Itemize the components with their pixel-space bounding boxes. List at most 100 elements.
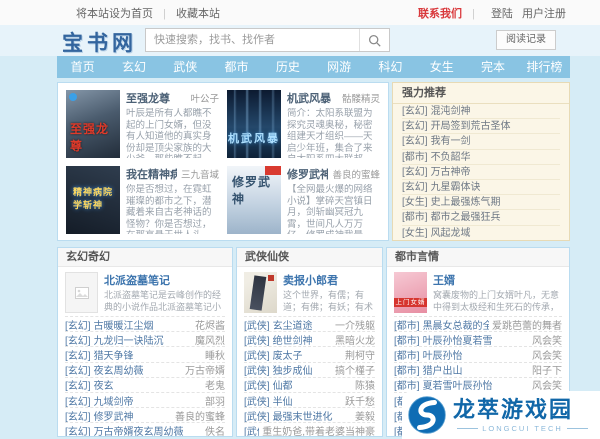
section-featured-book[interactable]: 卖报小郎君 这个世界，有儒；有道；有佛；有妖；有术士。警校毕业的许七安幽幽醒来，… [237, 267, 382, 316]
contact-link[interactable]: 联系我们 [418, 8, 462, 20]
book-list-item[interactable]: [玄幻]修罗武神 善良的蜜蜂 [65, 407, 225, 422]
nav-item-wanben[interactable]: 完本 [467, 56, 518, 78]
book-author: 老鬼 [205, 377, 225, 392]
book-cover[interactable]: 机武风暴 [227, 90, 281, 158]
book-title-link[interactable]: [武侠]仙都 [244, 377, 293, 392]
section-xuanhuan: 玄幻奇幻 北派盗墓笔记 北派盗墓笔记是云峰创作的经典的小说作品北派盗墓笔记小兵提… [57, 247, 233, 437]
featured-book-card[interactable]: 精神病院学斩神 我在精神病院学斩神 三九音域 你是否想过，在霓虹璀璨的都市之下，… [62, 162, 223, 238]
book-list-item[interactable]: [玄幻]九域剑帝 部羽 [65, 392, 225, 407]
book-list-item[interactable]: [武侠]独步成仙 搞个槿子 [244, 362, 375, 377]
book-list-item[interactable]: [武侠]半仙 跃千愁 [244, 392, 375, 407]
book-title-link[interactable]: [玄幻]夜玄 [65, 377, 114, 392]
book-info: 修罗武神 善良的蜜蜂 【全网最火爆的网络小说】掌碎天宫镇日月，剑斩幽冥冠九霄，世… [287, 166, 380, 234]
book-author: 魔风烈 [195, 332, 225, 347]
separator: | [163, 8, 166, 20]
book-list-item[interactable]: [都市]黑晨女总裁的全能兵王最新 爱跳芭蕾的舞者 [394, 316, 562, 331]
book-title-link[interactable]: 我在精神病院学斩神 [126, 166, 177, 182]
featured-book-card[interactable]: 机武风暴 机武风暴 骷髅精灵 简介：太阳系联盟为探究灵魂奥秘，秘密组建天才组织—… [223, 86, 384, 162]
register-link[interactable]: 用户注册 [522, 8, 566, 20]
nav-item-home[interactable]: 首页 [57, 56, 108, 78]
book-title-link[interactable]: [武侠]独步成仙 [244, 362, 313, 377]
featured-book-card[interactable]: 修罗武神 修罗武神 善良的蜜蜂 【全网最火爆的网络小说】掌碎天宫镇日月，剑斩幽冥… [223, 162, 384, 238]
book-title-link[interactable]: [武侠]最强末世进化 [244, 408, 333, 423]
book-title-link[interactable]: 卖报小郎君 [283, 272, 375, 288]
book-list-item[interactable]: [武侠]玄尘道途 一介残躯 [244, 316, 375, 331]
book-title-link[interactable]: [玄幻]九域剑帝 [65, 393, 134, 408]
section-featured-book[interactable]: 上门女婿 王婿 窝囊废物的上门女婿叶凡，无意中得到太极经和生死石的传承，自此开始… [387, 267, 569, 316]
book-title-link[interactable]: [都市]黑晨女总裁的全能兵王最新 [394, 317, 489, 332]
book-title-link[interactable]: [玄幻]古暖暖江尘烟 [65, 317, 154, 332]
book-title-link[interactable]: 王婿 [433, 272, 562, 288]
recommend-item[interactable]: [玄幻]九星霸体诀 [402, 180, 560, 195]
nav-item-nvsheng[interactable]: 女生 [416, 56, 467, 78]
book-title-link[interactable]: [玄幻]夜玄周幼薇 [65, 362, 144, 377]
book-author: 荆柯守 [345, 347, 375, 362]
book-title-link[interactable]: 机武风暴 [287, 90, 331, 106]
category-tag: [玄幻] [65, 321, 91, 332]
nav-item-ranking[interactable]: 排行榜 [519, 56, 570, 78]
book-list-item[interactable]: [玄幻]夜玄 老鬼 [65, 377, 225, 392]
recommend-item[interactable]: [都市]都市之最强狂兵 [402, 210, 560, 225]
book-list-item[interactable]: [玄幻]九龙归一诀陆沉 魔风烈 [65, 331, 225, 346]
recommend-item[interactable]: [女生]风起龙域 [402, 226, 560, 241]
nav-item-dushi[interactable]: 都市 [211, 56, 262, 78]
category-tag: [玄幻] [402, 136, 428, 147]
book-list-item[interactable]: [武侠]仙都 陈猿 [244, 377, 375, 392]
book-title-link[interactable]: [武侠]叶辰施一诺 [244, 423, 259, 437]
recommend-item[interactable]: [玄幻]我有一剑 [402, 134, 560, 149]
recommend-title: 九星霸体诀 [431, 182, 481, 193]
book-title-link[interactable]: [都市]猎户出山 [394, 362, 463, 377]
book-list-item[interactable]: [玄幻]古暖暖江尘烟 花烬酱 [65, 316, 225, 331]
search-input[interactable] [146, 29, 359, 51]
book-title-link[interactable]: [武侠]废太子 [244, 347, 303, 362]
book-list-item[interactable]: [玄幻]夜玄周幼薇 万古帝婿 [65, 362, 225, 377]
book-list-item[interactable]: [都市]夏若雪叶辰孙怡 风会笑 [394, 377, 562, 392]
site-logo[interactable]: 宝书网 [62, 27, 137, 57]
book-list-item[interactable]: [都市]叶辰孙怡夏若雪 风会笑 [394, 331, 562, 346]
recommend-item[interactable]: [玄幻]混沌剑神 [402, 104, 560, 119]
recommend-item[interactable]: [玄幻]开局签到荒古圣体 [402, 119, 560, 134]
set-home-link[interactable]: 将本站设为首页 [76, 8, 153, 20]
book-cover[interactable]: 修罗武神 [227, 166, 281, 234]
book-title-link[interactable]: [都市]叶辰孙怡夏若雪 [394, 332, 493, 347]
reading-record-button[interactable]: 阅读记录 [496, 30, 556, 50]
book-list-item[interactable]: [武侠]废太子 荆柯守 [244, 346, 375, 361]
book-list-item[interactable]: [玄幻]万古帝婿夜玄周幼薇 佚名 [65, 422, 225, 437]
book-list-item[interactable]: [都市]猎户出山 阳子下 [394, 362, 562, 377]
nav-item-kehuan[interactable]: 科幻 [365, 56, 416, 78]
book-title-link[interactable]: [玄幻]修罗武神 [65, 408, 134, 423]
section-featured-book[interactable]: 北派盗墓笔记 北派盗墓笔记是云峰创作的经典的小说作品北派盗墓笔记小兵提供北派盗墓… [58, 267, 232, 316]
book-title-link[interactable]: 至强龙尊 [126, 90, 170, 106]
search-button[interactable] [359, 29, 389, 51]
book-title-link[interactable]: [玄幻]猎天争锋 [65, 347, 134, 362]
book-title-link[interactable]: [玄幻]万古帝婿夜玄周幼薇 [65, 423, 184, 437]
book-list-item[interactable]: [都市]叶辰孙怡 风会笑 [394, 346, 562, 361]
book-list-item[interactable]: [武侠]叶辰施一诺 重生奶爸,带着老婆当神豪 [244, 422, 375, 437]
recommend-item[interactable]: [都市]不负韶华 [402, 150, 560, 165]
book-title-link[interactable]: [武侠]玄尘道途 [244, 317, 313, 332]
book-title-link[interactable]: 北派盗墓笔记 [104, 272, 225, 288]
book-list-item[interactable]: [武侠]绝世剑神 黑暗火龙 [244, 331, 375, 346]
book-info: 至强龙尊 叶公子 叶辰是所有人都瞧不起的上门女婿，但没有人知道他的真实身份却是顶… [126, 90, 219, 158]
book-title-link[interactable]: [玄幻]九龙归一诀陆沉 [65, 332, 164, 347]
login-link[interactable]: 登陆 [491, 8, 513, 20]
recommend-item[interactable]: [女生]史上最强炼气期 [402, 195, 560, 210]
book-author: 睡秋 [205, 347, 225, 362]
book-title-link[interactable]: [武侠]半仙 [244, 393, 293, 408]
book-title-link[interactable]: [武侠]绝世剑神 [244, 332, 313, 347]
recommend-item[interactable]: [玄幻]万古神帝 [402, 165, 560, 180]
nav-item-lishi[interactable]: 历史 [262, 56, 313, 78]
book-list-item[interactable]: [玄幻]猎天争锋 睡秋 [65, 346, 225, 361]
book-cover[interactable]: 至强龙尊 [66, 90, 120, 158]
topbar-right: 联系我们 | 登陆 用户注册 [418, 5, 566, 21]
book-list-item[interactable]: [武侠]最强末世进化 姜毅 [244, 407, 375, 422]
book-title-link[interactable]: [都市]叶辰孙怡 [394, 347, 463, 362]
nav-item-xuanhuan[interactable]: 玄幻 [108, 56, 159, 78]
book-title-link[interactable]: 修罗武神 [287, 166, 328, 182]
favorite-link[interactable]: 收藏本站 [176, 8, 220, 20]
nav-item-wuxia[interactable]: 武侠 [160, 56, 211, 78]
featured-book-card[interactable]: 至强龙尊 至强龙尊 叶公子 叶辰是所有人都瞧不起的上门女婿，但没有人知道他的真实… [62, 86, 223, 162]
category-tag: [女生] [402, 228, 428, 239]
nav-item-wangyou[interactable]: 网游 [313, 56, 364, 78]
book-cover[interactable]: 精神病院学斩神 [66, 166, 120, 234]
